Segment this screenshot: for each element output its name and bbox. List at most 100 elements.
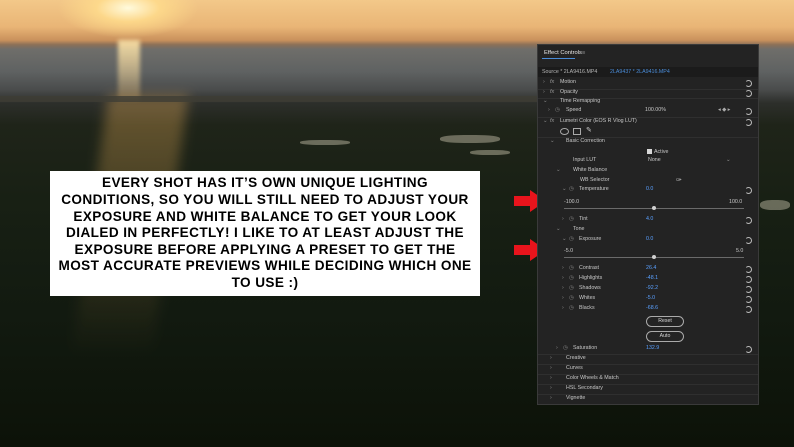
expand-icon[interactable]: ›: [543, 89, 545, 95]
stopwatch-icon[interactable]: ◷: [569, 265, 574, 271]
stopwatch-icon[interactable]: ◷: [563, 345, 568, 351]
exposure-value[interactable]: 0.0: [646, 236, 653, 242]
expand-icon[interactable]: ›: [562, 275, 564, 281]
fx-icon[interactable]: fx: [550, 89, 554, 95]
effect-row-opacity[interactable]: › fx Opacity: [538, 89, 758, 98]
expand-icon[interactable]: ›: [556, 345, 558, 351]
reset-icon[interactable]: [745, 266, 752, 273]
stopwatch-icon[interactable]: ◷: [569, 275, 574, 281]
tint-label: Tint: [579, 216, 588, 222]
shadows-value[interactable]: -92.2: [646, 285, 658, 291]
section-color-wheels[interactable]: › Color Wheels & Match: [538, 375, 758, 384]
blacks-value[interactable]: -68.6: [646, 305, 658, 311]
section-label: Curves: [566, 365, 583, 371]
collapse-icon[interactable]: ⌄: [556, 167, 560, 173]
auto-button[interactable]: Auto: [646, 331, 684, 342]
collapse-icon[interactable]: ⌄: [556, 226, 560, 232]
stopwatch-icon[interactable]: ◷: [569, 216, 574, 222]
section-vignette[interactable]: › Vignette: [538, 395, 758, 404]
stopwatch-icon[interactable]: ◷: [569, 186, 574, 192]
expand-icon[interactable]: ›: [562, 305, 564, 311]
fx-icon[interactable]: fx: [550, 79, 554, 85]
collapse-icon[interactable]: ⌄: [543, 98, 547, 104]
whites-value[interactable]: -5.0: [646, 295, 655, 301]
collapse-icon[interactable]: ⌄: [550, 138, 554, 144]
pen-mask-icon[interactable]: ✎: [586, 126, 592, 134]
slider-min: -100.0: [564, 199, 580, 205]
effect-row-motion[interactable]: › fx Motion: [538, 79, 758, 88]
reset-icon[interactable]: [745, 80, 752, 87]
reset-icon[interactable]: [745, 346, 752, 353]
source-label[interactable]: Source * 2LA9416.MP4: [542, 69, 597, 75]
effect-label: Time Remapping: [560, 98, 601, 104]
input-lut-select[interactable]: None: [648, 157, 661, 163]
slider-knob[interactable]: [652, 206, 656, 210]
expand-icon[interactable]: ›: [548, 107, 550, 113]
effect-row-lumetri[interactable]: ⌄ fx Lumetri Color (EOS R Vlog LUT): [538, 118, 758, 127]
collapse-icon[interactable]: ⌄: [543, 118, 547, 124]
reset-icon[interactable]: [745, 276, 752, 283]
expand-icon[interactable]: ›: [562, 265, 564, 271]
expand-icon[interactable]: ›: [550, 385, 552, 391]
expand-icon[interactable]: ›: [562, 295, 564, 301]
effect-row-time-remapping[interactable]: ⌄ Time Remapping: [538, 98, 758, 107]
slider-knob[interactable]: [652, 255, 656, 259]
reset-icon[interactable]: [745, 108, 752, 115]
reset-button[interactable]: Reset: [646, 316, 684, 327]
expand-icon[interactable]: ›: [550, 355, 552, 361]
slider-min: -5.0: [564, 248, 574, 254]
section-creative[interactable]: › Creative: [538, 355, 758, 364]
temperature-value[interactable]: 0.0: [646, 186, 653, 192]
section-basic-correction[interactable]: ⌄ Basic Correction: [538, 138, 758, 147]
speed-value[interactable]: 100.00%: [645, 107, 666, 113]
highlights-value[interactable]: -48.1: [646, 275, 658, 281]
reset-icon[interactable]: [745, 90, 752, 97]
stopwatch-icon[interactable]: ◷: [569, 236, 574, 242]
stopwatch-icon[interactable]: ◷: [569, 285, 574, 291]
speed-row[interactable]: › ◷ Speed 100.00% ◂ ◆ ▸: [538, 107, 758, 116]
expand-icon[interactable]: ›: [543, 79, 545, 85]
reset-icon[interactable]: [745, 286, 752, 293]
collapse-icon[interactable]: ⌄: [562, 236, 566, 242]
clip-label[interactable]: 2LA9437 * 2LA9416.MP4: [610, 69, 670, 75]
section-label: Creative: [566, 355, 586, 361]
rectangle-mask-icon[interactable]: [573, 128, 581, 135]
section-hsl-secondary[interactable]: › HSL Secondary: [538, 385, 758, 394]
expand-icon[interactable]: ›: [550, 395, 552, 401]
reset-icon[interactable]: [745, 296, 752, 303]
panel-title[interactable]: Effect Controls: [544, 50, 582, 56]
ellipse-mask-icon[interactable]: [560, 128, 569, 135]
slider-max: 100.0: [729, 199, 743, 205]
stopwatch-icon[interactable]: ◷: [555, 107, 560, 113]
panel-menu-icon[interactable]: ≡: [582, 50, 585, 56]
active-checkbox[interactable]: [647, 149, 652, 154]
collapse-icon[interactable]: ⌄: [562, 186, 566, 192]
reset-icon[interactable]: [745, 187, 752, 194]
tab-underline: [542, 58, 575, 59]
section-label: HSL Secondary: [566, 385, 603, 391]
chevron-down-icon[interactable]: ⌄: [726, 157, 730, 163]
saturation-value[interactable]: 132.9: [646, 345, 659, 351]
tone-row[interactable]: ⌄ Tone: [538, 226, 758, 235]
reset-icon[interactable]: [745, 237, 752, 244]
reset-icon[interactable]: [745, 306, 752, 313]
stopwatch-icon[interactable]: ◷: [569, 295, 574, 301]
effect-controls-panel: Effect Controls ≡ Source * 2LA9416.MP4 2…: [537, 44, 759, 405]
expand-icon[interactable]: ›: [550, 365, 552, 371]
white-balance-row[interactable]: ⌄ White Balance: [538, 167, 758, 176]
section-curves[interactable]: › Curves: [538, 365, 758, 374]
reset-icon[interactable]: [745, 217, 752, 224]
reset-icon[interactable]: [745, 119, 752, 126]
fx-icon[interactable]: fx: [550, 118, 554, 124]
blacks-row: › ◷ Blacks -68.6: [538, 305, 758, 314]
eyedropper-icon[interactable]: ✑: [676, 176, 682, 184]
wb-selector-row: WB Selector ✑: [538, 177, 758, 186]
contrast-value[interactable]: 26.4: [646, 265, 656, 271]
section-label: Tone: [573, 226, 585, 232]
expand-icon[interactable]: ›: [562, 216, 564, 222]
expand-icon[interactable]: ›: [562, 285, 564, 291]
stopwatch-icon[interactable]: ◷: [569, 305, 574, 311]
tint-value[interactable]: 4.0: [646, 216, 653, 222]
keyframe-nav-icon[interactable]: ◂ ◆ ▸: [718, 107, 730, 113]
expand-icon[interactable]: ›: [550, 375, 552, 381]
